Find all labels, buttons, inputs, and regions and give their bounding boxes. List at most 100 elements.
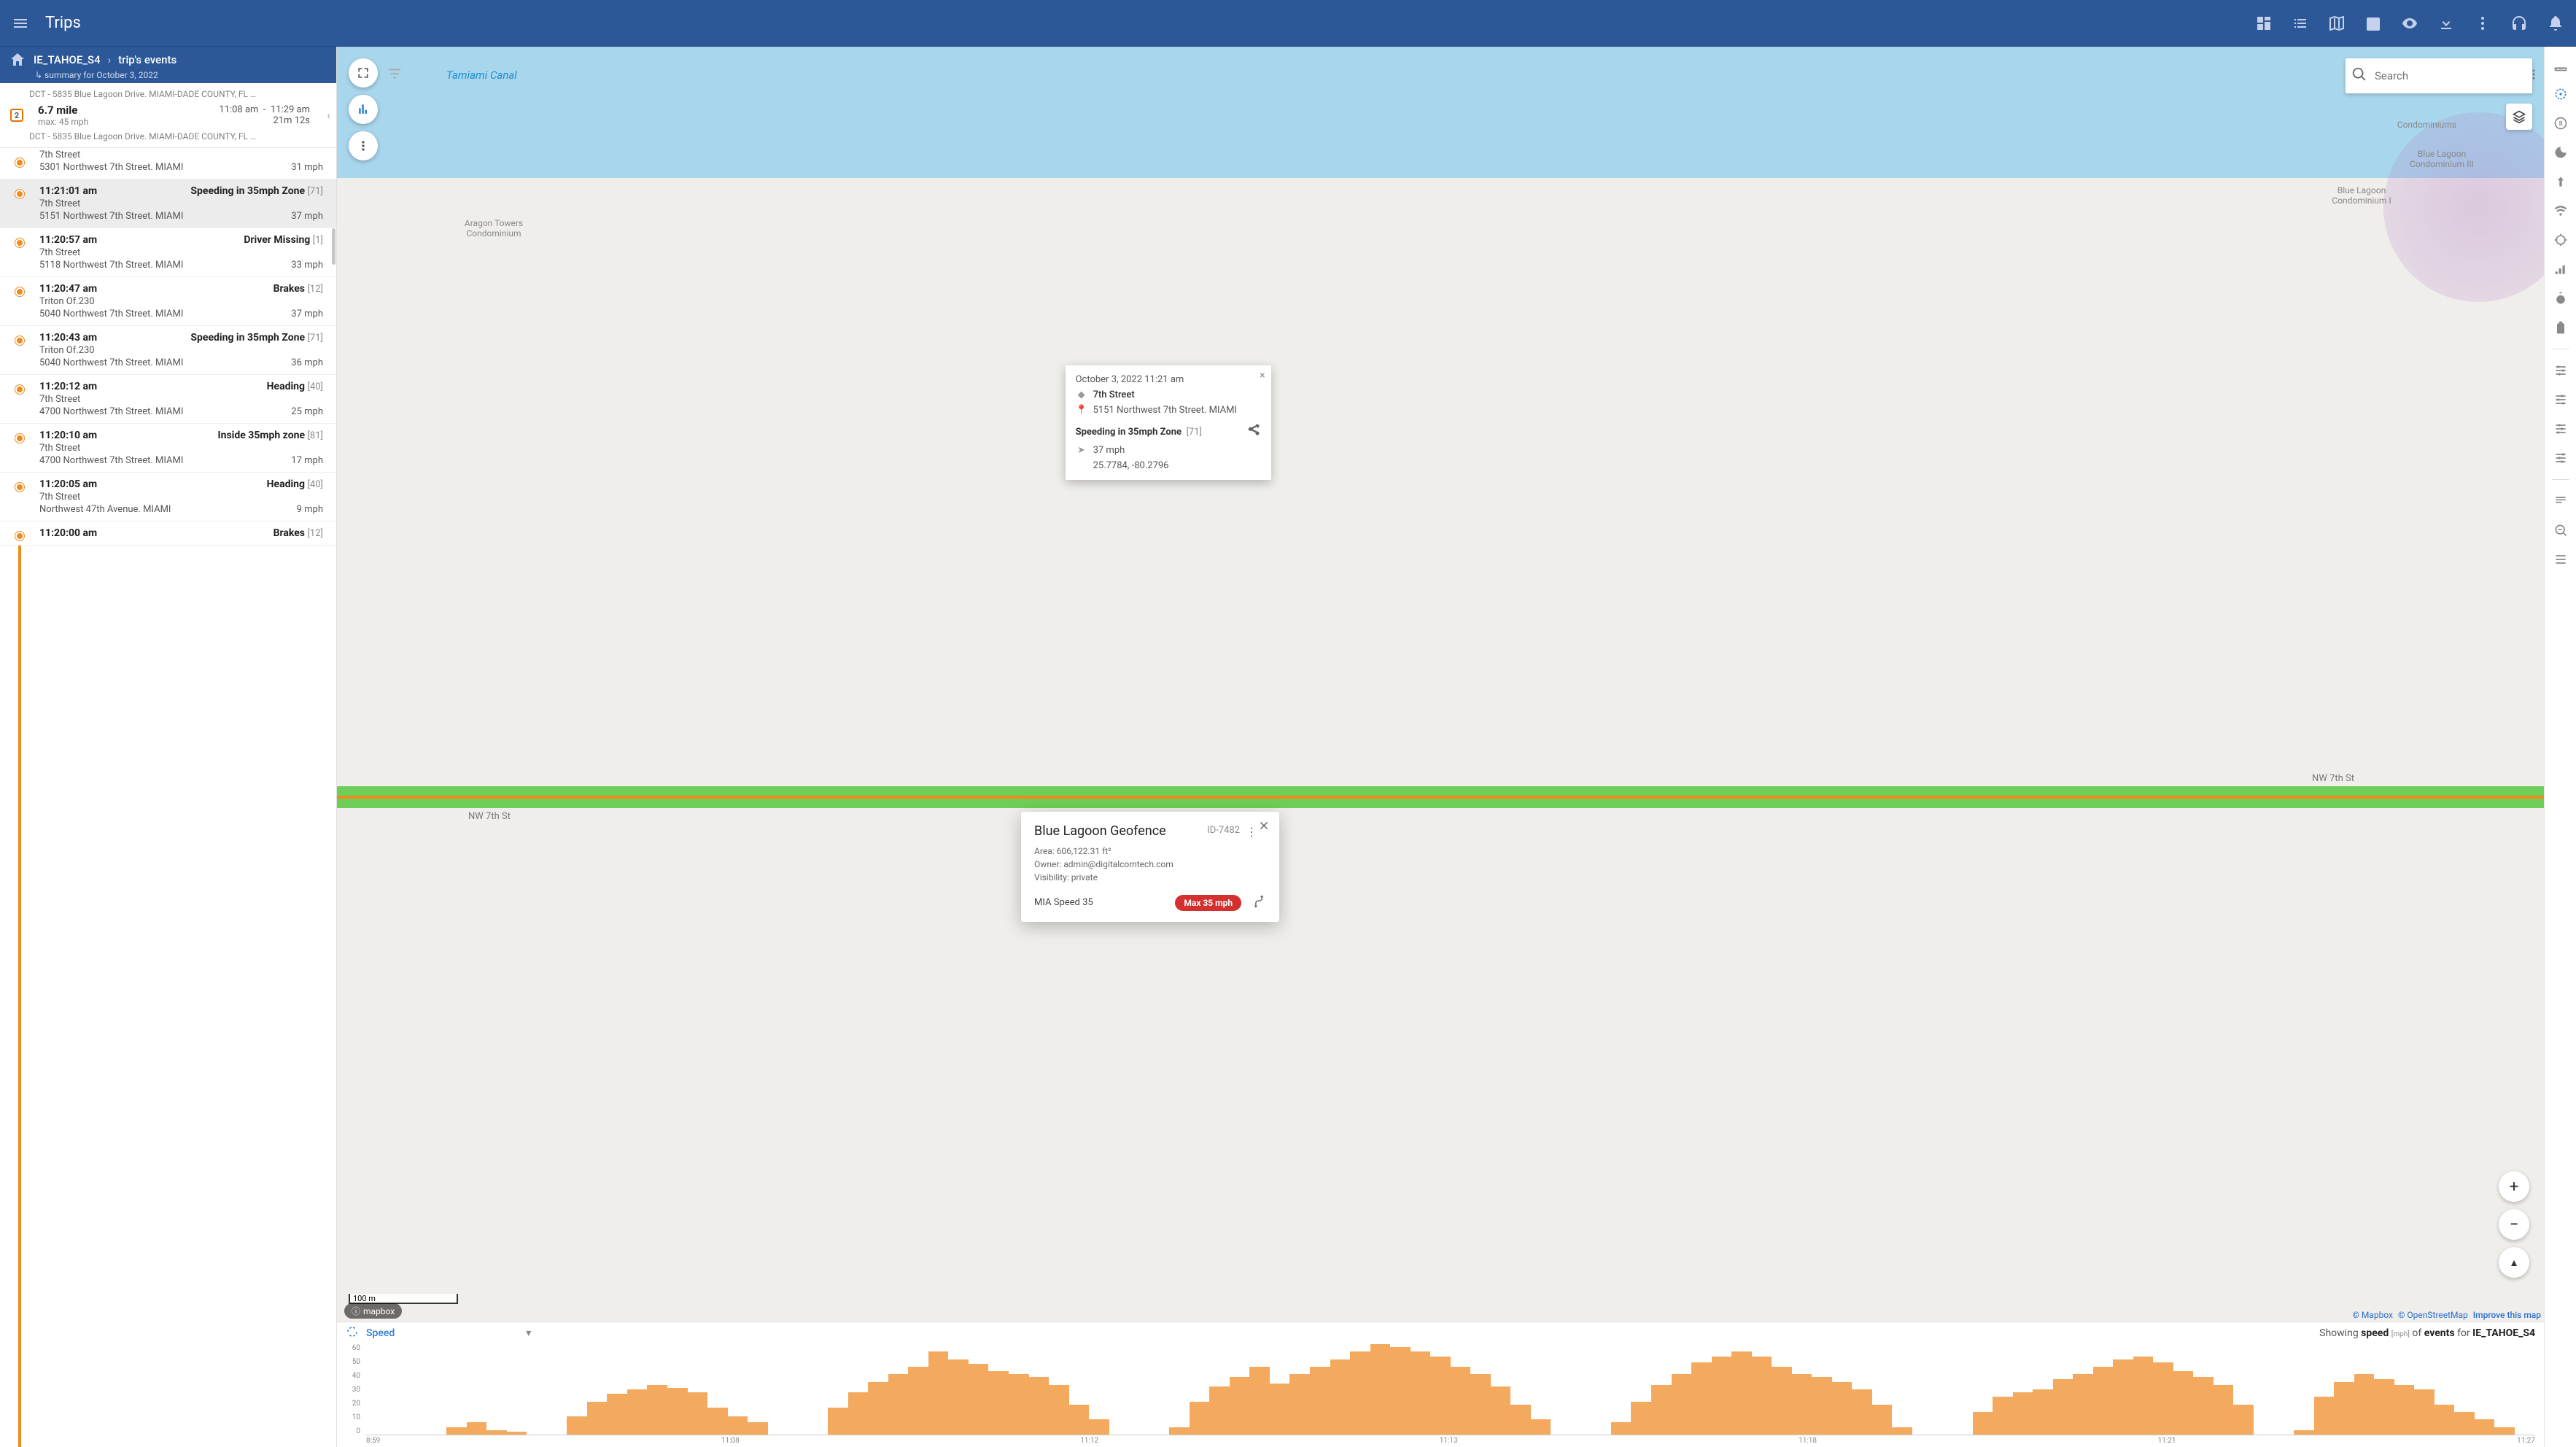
trip-max-speed: max: 45 mph <box>38 117 88 127</box>
gps-icon[interactable] <box>2553 232 2569 248</box>
zoom-out-button[interactable]: − <box>2499 1209 2529 1240</box>
zoom-in-button[interactable]: + <box>2499 1171 2529 1202</box>
x-tick: 11:13 <box>1440 1437 1458 1447</box>
chart-bar <box>1832 1382 1853 1435</box>
attrib-osm[interactable]: © OpenStreetMap <box>2398 1310 2468 1320</box>
dashboard-icon[interactable] <box>2255 15 2273 32</box>
headset-icon[interactable] <box>2510 15 2528 32</box>
popup-event: Speeding in 35mph Zone <box>1076 427 1182 438</box>
search-icon[interactable] <box>2351 66 2367 85</box>
chart-bar <box>2494 1427 2515 1435</box>
trip-summary[interactable]: 2 DCT - 5835 Blue Lagoon Drive. MIAMI-DA… <box>0 83 336 148</box>
map-layers-button[interactable] <box>2506 104 2532 130</box>
map-nav-icon[interactable] <box>2328 15 2346 32</box>
share-icon[interactable] <box>1246 423 1261 441</box>
chart-bar <box>969 1364 989 1435</box>
event-address: 5040 Northwest 7th Street. MIAMI <box>39 309 183 319</box>
chart-bar <box>748 1422 768 1435</box>
event-item[interactable]: 11:20:10 amInside 35mph zone [81]7th Str… <box>0 424 336 473</box>
event-address: 5151 Northwest 7th Street. MIAMI <box>39 211 183 222</box>
stopwatch-icon[interactable] <box>2553 290 2569 306</box>
moon-icon[interactable] <box>2553 144 2569 160</box>
event-item[interactable]: 11:20:43 amSpeeding in 35mph Zone [71]Tr… <box>0 326 336 375</box>
menu-icon[interactable] <box>12 15 29 32</box>
event-item[interactable]: 7th Street5301 Northwest 7th Street. MIA… <box>0 148 336 179</box>
breadcrumb-root[interactable]: IE_TAHOE_S4 <box>34 53 101 66</box>
popup-datetime: October 3, 2022 11:21 am <box>1076 374 1261 385</box>
text-lines-icon[interactable] <box>2553 493 2569 509</box>
events-list[interactable]: 7th Street5301 Northwest 7th Street. MIA… <box>0 148 336 1447</box>
heading-icon: ➤ <box>1076 445 1087 456</box>
event-item[interactable]: 11:21:01 amSpeeding in 35mph Zone [71]7t… <box>0 179 336 228</box>
geofence-owner: Owner: admin@digitalcomtech.com <box>1034 858 1266 871</box>
sliders-icon-2[interactable] <box>2553 392 2569 408</box>
sliders-icon-3[interactable] <box>2553 421 2569 437</box>
popup-street: 7th Street <box>1093 389 1135 400</box>
popup-close-icon[interactable]: × <box>1260 370 1265 381</box>
sliders-icon-4[interactable] <box>2553 450 2569 466</box>
event-street: 7th Street <box>39 198 323 209</box>
event-item[interactable]: 11:20:12 amHeading [40]7th Street4700 No… <box>0 375 336 424</box>
chart-refresh-icon[interactable] <box>346 1325 359 1341</box>
geofence-close-icon[interactable] <box>1257 819 1270 835</box>
compass-button[interactable]: ▲ <box>2499 1247 2529 1278</box>
route-icon[interactable] <box>1252 894 1266 912</box>
arrow-up-icon[interactable] <box>2553 174 2569 190</box>
event-item[interactable]: 11:20:00 amBrakes [12] <box>0 521 336 546</box>
map-condo-label-3: Aragon Towers Condominium <box>454 218 534 239</box>
calendar-icon[interactable] <box>2364 15 2382 32</box>
list-icon[interactable] <box>2292 15 2309 32</box>
trip-dest-addr: DCT - 5835 Blue Lagoon Drive. MIAMI-DADE… <box>29 131 327 141</box>
notifications-icon[interactable] <box>2547 15 2564 32</box>
attrib-improve[interactable]: Improve this map <box>2473 1310 2541 1320</box>
chart-metric[interactable]: Speed <box>366 1327 395 1339</box>
more-vert-icon[interactable] <box>2474 15 2491 32</box>
event-item[interactable]: 11:20:57 amDriver Missing [1]7th Street5… <box>0 228 336 277</box>
map[interactable]: Tamiami Canal NW 7th St NW 7th St Condom… <box>337 47 2544 1322</box>
home-icon[interactable] <box>9 51 26 69</box>
signal-icon[interactable] <box>2553 261 2569 277</box>
fullscreen-button[interactable] <box>349 58 378 88</box>
map-more-button[interactable] <box>349 131 378 160</box>
chart-bar <box>2435 1405 2455 1435</box>
timeline-dot <box>15 385 24 394</box>
scrollbar-thumb[interactable] <box>332 228 335 265</box>
sliders-icon[interactable] <box>2553 362 2569 379</box>
event-count: [71] <box>307 333 323 344</box>
event-count: [12] <box>307 284 323 295</box>
event-item[interactable]: 11:20:47 amBrakes [12]Triton Of.2305040 … <box>0 277 336 326</box>
chart-description: Showing speed [mph] of events for IE_TAH… <box>2319 1327 2535 1339</box>
battery-icon[interactable] <box>2553 319 2569 335</box>
geofence-more-icon[interactable]: ⋮ <box>1246 825 1257 839</box>
chart-bar <box>507 1432 527 1435</box>
hamburger-icon[interactable] <box>2553 551 2569 567</box>
collapse-chevron-icon[interactable]: ‹ <box>327 109 330 123</box>
pause-icon[interactable] <box>2553 115 2569 131</box>
chart-button[interactable] <box>349 95 378 124</box>
download-icon[interactable] <box>2437 15 2455 32</box>
y-tick: 30 <box>337 1386 360 1394</box>
visibility-icon[interactable] <box>2401 15 2418 32</box>
target-icon[interactable] <box>2553 86 2569 102</box>
event-street: 7th Street <box>39 443 323 454</box>
search-input[interactable] <box>2375 69 2520 82</box>
chart-body[interactable]: 0102030405060 8:5911:0811:1211:1311:1811… <box>337 1344 2544 1447</box>
map-fab-column <box>349 58 378 160</box>
chart-bar <box>1470 1374 1491 1435</box>
zoom-reset-icon[interactable] <box>2553 522 2569 538</box>
right-rail <box>2544 47 2576 1447</box>
wifi-icon[interactable] <box>2553 203 2569 219</box>
event-item[interactable]: 11:20:05 amHeading [40]7th StreetNorthwe… <box>0 473 336 521</box>
event-label: Speeding in 35mph Zone [71] <box>190 332 323 344</box>
event-street: Triton Of.230 <box>39 296 323 307</box>
chart-bar <box>1892 1427 1912 1435</box>
breadcrumb-sub: summary for October 3, 2022 <box>35 70 327 80</box>
chart-metric-dropdown-icon[interactable]: ▾ <box>526 1327 531 1339</box>
chart-bar <box>1611 1422 1632 1435</box>
chart-bar <box>1752 1357 1772 1435</box>
attrib-mapbox[interactable]: © Mapbox <box>2352 1310 2393 1320</box>
ruler-icon[interactable] <box>2553 57 2569 73</box>
chart-bar <box>1089 1419 1109 1435</box>
search-more-icon[interactable] <box>2527 68 2540 84</box>
filter-list-icon[interactable] <box>387 66 403 85</box>
